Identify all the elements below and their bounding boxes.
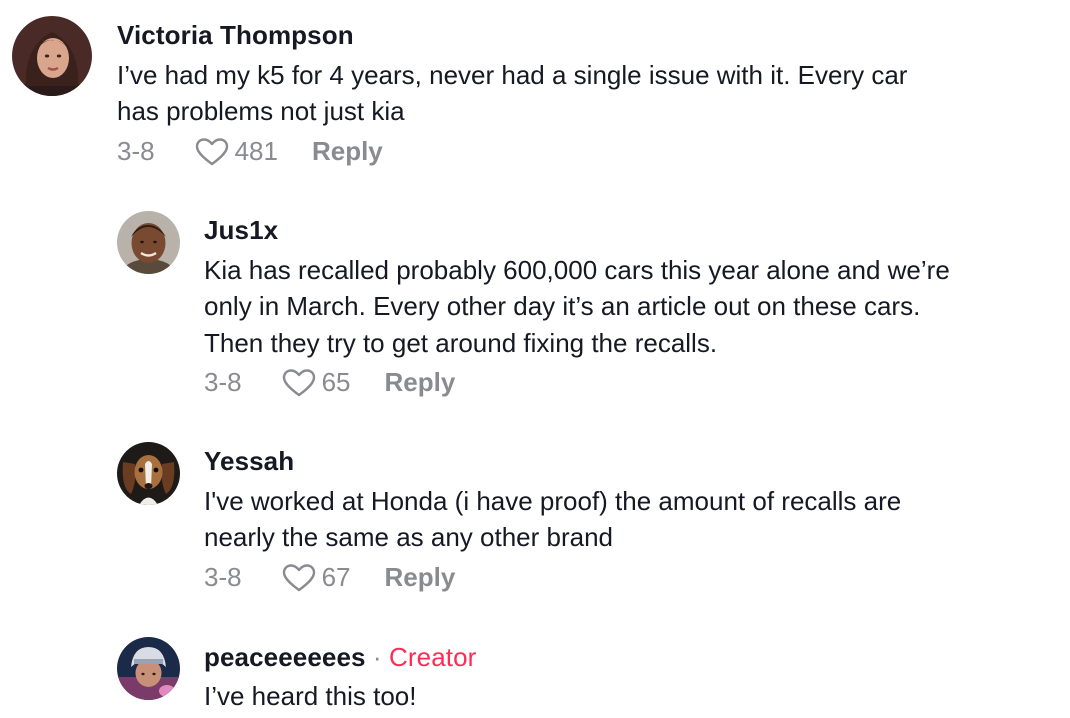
comment-text-line: Then they try to get around fixing the r… [204,328,718,358]
heart-outline-icon[interactable] [195,137,229,167]
like-button[interactable]: 65 [282,367,351,398]
comment-meta: 3-8 67 Reply [204,562,455,593]
comment-text-line: only in March. Every other day it’s an a… [204,291,921,321]
avatar[interactable] [117,442,180,505]
comment-meta: 3-8 481 Reply [117,136,383,167]
reply-button[interactable]: Reply [385,562,456,593]
comment-text-line: nearly the same as any other brand [204,522,614,552]
reply-button[interactable]: Reply [312,136,383,167]
comment-text-line: I’ve heard this too! [204,681,417,711]
like-button[interactable]: 481 [195,136,278,167]
heart-outline-icon[interactable] [282,563,316,593]
like-count: 65 [321,367,351,397]
comment-text-line: has problems not just kia [117,96,405,126]
comment-text-line: I've worked at Honda (i have proof) the … [204,486,902,516]
comment-text-line: I’ve had my k5 for 4 years, never had a … [117,60,908,90]
like-button[interactable]: 67 [282,562,351,593]
comment-date: 3-8 [117,136,155,166]
reply-button[interactable]: Reply [385,367,456,398]
avatar[interactable] [117,211,180,274]
comment-username[interactable]: Victoria Thompson [117,20,354,51]
comment-text-line: Kia has recalled probably 600,000 cars t… [204,255,950,285]
comment-username: peaceeeeees · Creator [204,642,476,673]
comment-date: 3-8 [204,367,242,397]
heart-outline-icon[interactable] [282,368,316,398]
comment-username[interactable]: Jus1x [204,215,278,246]
like-count: 481 [234,136,278,166]
creator-separator: · [372,642,382,672]
creator-badge: Creator [389,642,477,672]
like-count: 67 [321,562,351,592]
avatar[interactable] [117,637,180,700]
comment-date: 3-8 [204,562,242,592]
comment-meta: 3-8 65 Reply [204,367,455,398]
avatar[interactable] [12,16,92,96]
comment-username[interactable]: Yessah [204,446,294,477]
comment-username-text[interactable]: peaceeeeees [204,642,366,672]
